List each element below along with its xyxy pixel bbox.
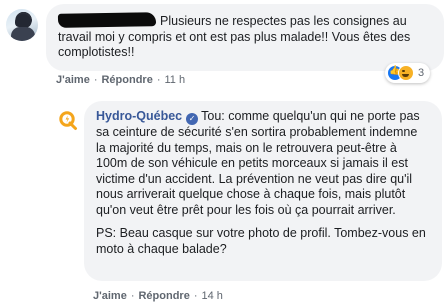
separator-dot: · [193,290,198,302]
verified-icon: ✓ [186,113,199,125]
hydro-quebec-logo-icon [59,111,77,130]
reply-paragraph-1: Hydro-Québec ✓ Tou: comme quelqu'un qui ne… [96,109,430,218]
reactions-summary[interactable]: 3 [385,63,431,83]
reply-actions: J'aime · Répondre · 14 h [93,290,223,302]
user-avatar[interactable] [6,9,38,41]
helmet-shape [15,14,31,27]
reply-link[interactable]: Répondre [138,290,189,302]
separator-dot: · [93,74,98,86]
rider-shape [11,27,35,41]
haha-icon [398,65,414,81]
reply-text-1: Tou: comme quelqu'un qui ne porte pas sa… [96,109,420,217]
comment-actions: J'aime · Répondre · 11 h [56,74,185,86]
reply-link[interactable]: Répondre [101,74,152,86]
comment-bubble: Plusieurs ne respectes pas les consignes… [46,4,444,71]
like-link[interactable]: J'aime [93,290,127,302]
comment-text: Plusieurs ne respectes pas les consignes… [57,12,432,61]
reply-timestamp[interactable]: 14 h [202,290,223,302]
like-link[interactable]: J'aime [56,74,90,86]
separator-dot: · [130,290,135,302]
reply-bubble: Hydro-Québec ✓ Tou: comme quelqu'un qui ne… [84,101,442,281]
redacted-name [57,12,157,28]
separator-dot: · [156,74,161,86]
reply-author[interactable]: Hydro-Québec [96,109,182,123]
reaction-count: 3 [418,67,425,79]
comment-timestamp[interactable]: 11 h [165,74,186,86]
reply-paragraph-2: PS: Beau casque sur votre photo de profi… [96,226,426,256]
hydro-quebec-logo-avatar[interactable] [54,106,82,134]
